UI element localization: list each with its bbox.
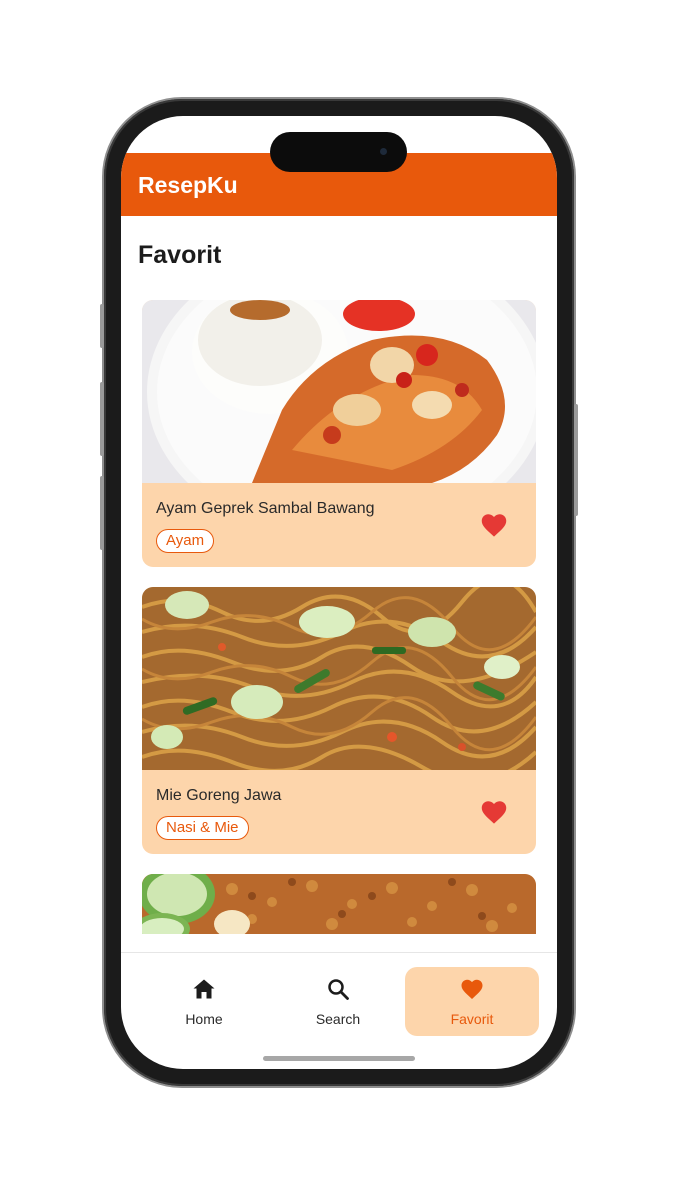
recipe-image-mie-goreng	[142, 587, 536, 770]
home-indicator[interactable]	[263, 1056, 415, 1061]
page-title: Favorit	[138, 241, 222, 269]
recipe-name: Ayam Geprek Sambal Bawang	[156, 500, 375, 517]
search-icon	[328, 979, 349, 1000]
nav-search-label: Search	[315, 1011, 361, 1027]
nav-search[interactable]: Search	[271, 967, 405, 1036]
home-icon	[193, 979, 215, 999]
heart-icon	[461, 979, 483, 999]
category-chip: Nasi & Mie	[156, 816, 249, 840]
phone-frame: ResepKu Favorit Ayam Geprek Sambal Bawan…	[100, 99, 578, 1086]
power-button	[574, 404, 578, 516]
recipe-image-serundeng	[142, 874, 536, 934]
dynamic-island	[270, 132, 407, 172]
nav-favorit-label: Favorit	[450, 1011, 494, 1027]
recipe-card[interactable]: Ayam Geprek Sambal Bawang Ayam	[142, 300, 536, 567]
recipe-image-ayam-geprek	[142, 300, 536, 483]
camera-dot	[380, 148, 387, 155]
nav-divider	[121, 952, 557, 953]
recipe-name: Mie Goreng Jawa	[156, 787, 282, 804]
app-title: ResepKu	[138, 172, 238, 198]
action-button	[100, 304, 104, 348]
bottom-navigation: Home Search Favorit	[121, 954, 557, 1054]
favorite-heart-icon[interactable]	[480, 799, 508, 825]
nav-favorit[interactable]: Favorit	[405, 967, 539, 1036]
recipe-card[interactable]: Mie Goreng Jawa Nasi & Mie	[142, 587, 536, 854]
recipe-card[interactable]	[142, 874, 536, 934]
category-chip: Ayam	[156, 529, 215, 553]
volume-up-button	[100, 382, 104, 456]
nav-home[interactable]: Home	[137, 967, 271, 1036]
nav-home-label: Home	[185, 1011, 223, 1027]
favorites-list[interactable]: Ayam Geprek Sambal Bawang Ayam Mie Goren…	[121, 300, 557, 934]
volume-down-button	[100, 476, 104, 550]
favorite-heart-icon[interactable]	[480, 512, 508, 538]
screen: ResepKu Favorit Ayam Geprek Sambal Bawan…	[121, 116, 557, 1069]
